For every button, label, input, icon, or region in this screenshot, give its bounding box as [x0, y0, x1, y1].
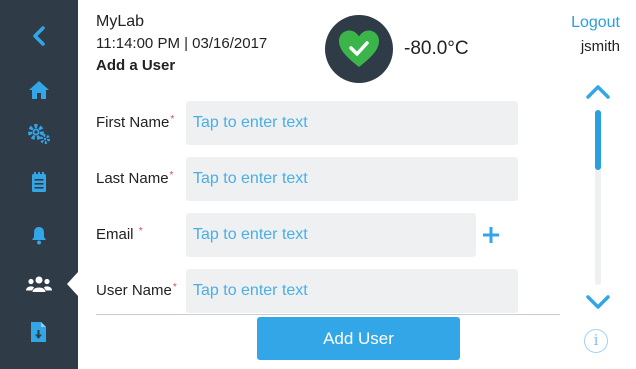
sidebar-item-export[interactable]	[0, 312, 78, 352]
required-marker: *	[169, 170, 174, 181]
sidebar-item-log[interactable]	[0, 162, 78, 202]
app-name: MyLab	[96, 13, 145, 30]
first-name-input[interactable]	[186, 101, 518, 145]
form-divider	[96, 314, 560, 315]
info-button[interactable]: i	[584, 329, 608, 353]
clipboard-icon	[32, 172, 46, 192]
gears-icon	[28, 124, 50, 144]
required-marker: *	[170, 114, 175, 125]
last-name-row: Last Name*	[96, 157, 518, 201]
user-name-input[interactable]	[186, 269, 518, 313]
file-download-icon	[31, 322, 46, 342]
sidebar	[0, 0, 78, 369]
temperature-readout: -80.0°C	[404, 38, 469, 59]
username: jsmith	[580, 38, 620, 55]
sidebar-item-alarms[interactable]	[0, 215, 78, 255]
chevron-left-icon	[33, 26, 45, 46]
first-name-label: First Name*	[96, 114, 175, 131]
logout-link[interactable]: Logout	[571, 14, 620, 32]
email-input[interactable]	[186, 213, 476, 257]
scroll-up-button[interactable]	[585, 82, 611, 100]
last-name-input[interactable]	[186, 157, 518, 201]
user-name-row: User Name*	[96, 269, 518, 313]
required-marker: *	[172, 282, 177, 293]
status-indicator	[325, 15, 393, 83]
sidebar-item-back[interactable]	[0, 16, 78, 56]
active-indicator	[67, 272, 78, 296]
sidebar-item-settings[interactable]	[0, 114, 78, 154]
user-name-label: User Name*	[96, 282, 177, 299]
page-title: Add a User	[96, 57, 176, 74]
datetime: 11:14:00 PM | 03/16/2017	[96, 35, 268, 52]
add-user-button[interactable]: Add User	[257, 317, 460, 360]
first-name-row: First Name*	[96, 101, 518, 145]
heart-check-icon	[339, 30, 379, 67]
sidebar-item-home[interactable]	[0, 70, 78, 110]
required-marker: *	[138, 226, 143, 237]
bell-icon	[32, 227, 46, 245]
last-name-label: Last Name*	[96, 170, 174, 187]
info-icon: i	[593, 331, 599, 349]
email-row: Email *	[96, 213, 476, 257]
users-icon	[26, 276, 52, 292]
scrollbar-thumb[interactable]	[595, 110, 601, 170]
add-email-button[interactable]	[480, 224, 502, 246]
email-label: Email *	[96, 226, 143, 243]
home-icon	[29, 81, 49, 99]
scroll-down-button[interactable]	[585, 294, 611, 312]
